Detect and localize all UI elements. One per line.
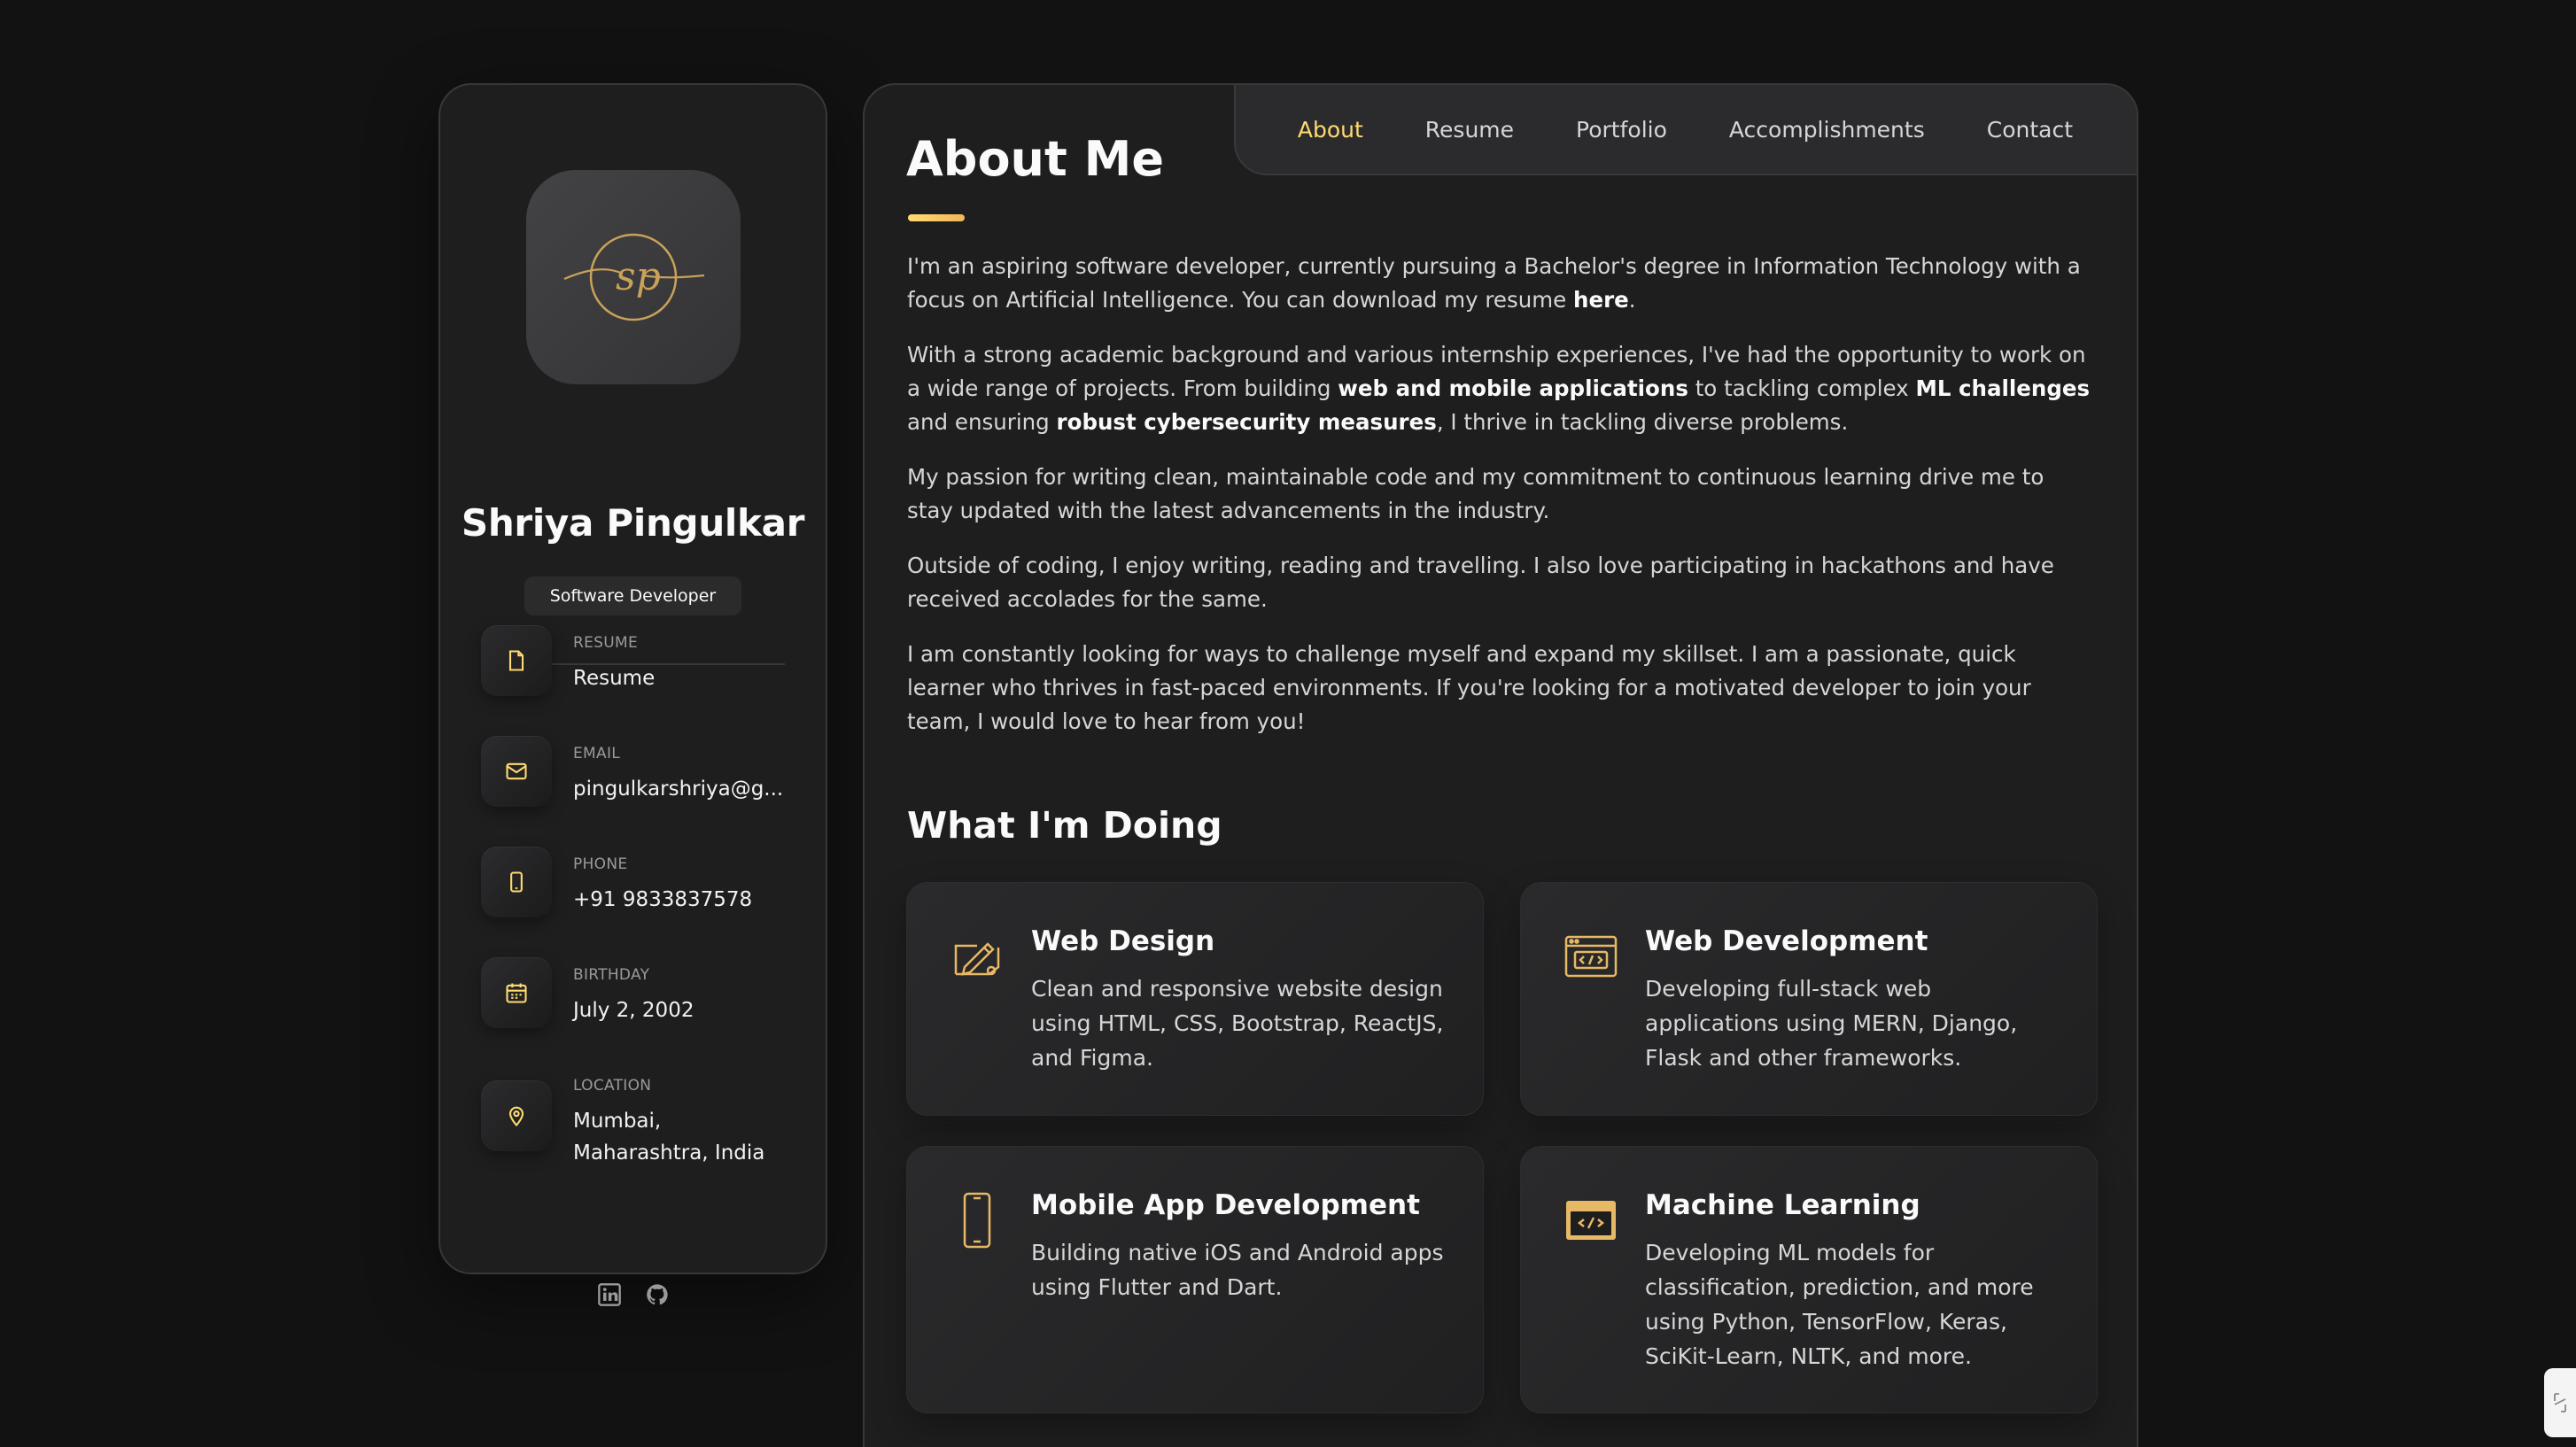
feedback-widget[interactable] xyxy=(2544,1368,2576,1437)
contact-label: EMAIL xyxy=(573,745,621,762)
services-title: What I'm Doing xyxy=(907,804,1222,847)
contact-value-line: Maharashtra, India xyxy=(573,1141,765,1165)
expand-arrows-icon xyxy=(2554,1393,2566,1412)
title-underline xyxy=(908,214,965,221)
main-panel: About Resume Portfolio Accomplishments C… xyxy=(863,83,2138,1447)
service-title: Web Design xyxy=(1031,925,1215,957)
about-paragraph: I am constantly looking for ways to chal… xyxy=(907,641,2031,734)
nav-contact[interactable]: Contact xyxy=(1987,117,2073,143)
contact-label: BIRTHDAY xyxy=(573,966,650,984)
github-icon[interactable] xyxy=(645,1282,670,1307)
contact-email[interactable]: EMAIL pingulkarshriya@g... xyxy=(481,736,799,833)
service-title: Mobile App Development xyxy=(1031,1189,1420,1221)
contact-label: PHONE xyxy=(573,855,628,873)
page-title: About Me xyxy=(906,131,1164,187)
nav-about[interactable]: About xyxy=(1298,117,1363,143)
highlight-text: ML challenges xyxy=(1915,375,2091,401)
highlight-text: web and mobile applications xyxy=(1338,375,1688,401)
phone-icon xyxy=(481,847,552,917)
about-paragraph: I'm an aspiring software developer, curr… xyxy=(907,250,2094,317)
calendar-icon xyxy=(481,957,552,1028)
resume-download-link[interactable]: here xyxy=(1573,287,1629,313)
avatar: sp xyxy=(526,170,741,384)
text-span: I'm an aspiring software developer, curr… xyxy=(907,253,2081,313)
contact-value[interactable]: Resume xyxy=(573,662,799,694)
code-window-icon xyxy=(1562,927,1620,986)
service-title: Web Development xyxy=(1645,925,1928,957)
contact-phone[interactable]: PHONE +91 9833837578 xyxy=(481,847,799,944)
text-span: and ensuring xyxy=(907,409,1057,435)
navbar: About Resume Portfolio Accomplishments C… xyxy=(1234,85,2137,175)
nav-accomplishments[interactable]: Accomplishments xyxy=(1729,117,1925,143)
highlight-text: robust cybersecurity measures xyxy=(1056,409,1437,435)
mobile-phone-icon xyxy=(948,1191,1006,1250)
service-text: Clean and responsive website design usin… xyxy=(1031,976,1444,1071)
location-pin-icon xyxy=(481,1080,552,1151)
service-text: Developing full-stack web applications u… xyxy=(1645,976,2018,1071)
text-span: . xyxy=(1628,287,1636,313)
contact-value: July 2, 2002 xyxy=(573,999,694,1022)
about-paragraph: With a strong academic background and va… xyxy=(907,338,2094,439)
contact-label: LOCATION xyxy=(573,1077,652,1095)
service-text: Developing ML models for classification,… xyxy=(1645,1240,2034,1369)
contact-value: Mumbai, Maharashtra, India xyxy=(573,1105,799,1169)
service-title: Machine Learning xyxy=(1645,1189,1920,1221)
code-monitor-icon xyxy=(1562,1191,1620,1250)
service-text: Building native iOS and Android apps usi… xyxy=(1031,1240,1444,1300)
profile-title-badge: Software Developer xyxy=(524,576,741,615)
sidebar: sp Shriya Pingulkar Software Developer R… xyxy=(438,83,827,1306)
about-paragraph: Outside of coding, I enjoy writing, read… xyxy=(907,553,2054,612)
contact-value[interactable]: +91 9833837578 xyxy=(573,884,799,916)
nav-portfolio[interactable]: Portfolio xyxy=(1576,117,1667,143)
contact-value[interactable]: pingulkarshriya@g... xyxy=(573,773,799,805)
contact-label: RESUME xyxy=(573,634,638,652)
text-span: to tackling complex xyxy=(1688,375,1916,401)
service-card-web-design: Web Design Clean and responsive website … xyxy=(906,882,1484,1116)
file-icon xyxy=(481,625,552,696)
profile-name: Shriya Pingulkar xyxy=(461,501,805,545)
service-card-machine-learning: Machine Learning Developing ML models fo… xyxy=(1520,1146,2098,1413)
linkedin-icon[interactable] xyxy=(597,1282,622,1307)
text-span: , I thrive in tackling diverse problems. xyxy=(1436,409,1849,435)
svg-text:sp: sp xyxy=(616,254,661,299)
service-card-web-development: Web Development Developing full-stack we… xyxy=(1520,882,2098,1116)
contact-resume[interactable]: RESUME Resume xyxy=(481,625,799,723)
contact-location: LOCATION Mumbai, Maharashtra, India xyxy=(481,1068,799,1192)
social-links xyxy=(440,1282,826,1307)
contact-birthday: BIRTHDAY July 2, 2002 xyxy=(481,957,799,1055)
signature-logo-icon: sp xyxy=(563,233,705,321)
nav-resume[interactable]: Resume xyxy=(1425,117,1514,143)
contact-value-line: Mumbai, xyxy=(573,1110,662,1133)
service-card-mobile-app: Mobile App Development Building native i… xyxy=(906,1146,1484,1413)
design-pencil-icon xyxy=(948,927,1006,986)
about-text: I'm an aspiring software developer, curr… xyxy=(907,250,2094,760)
about-paragraph: My passion for writing clean, maintainab… xyxy=(907,464,2045,523)
mail-icon xyxy=(481,736,552,807)
